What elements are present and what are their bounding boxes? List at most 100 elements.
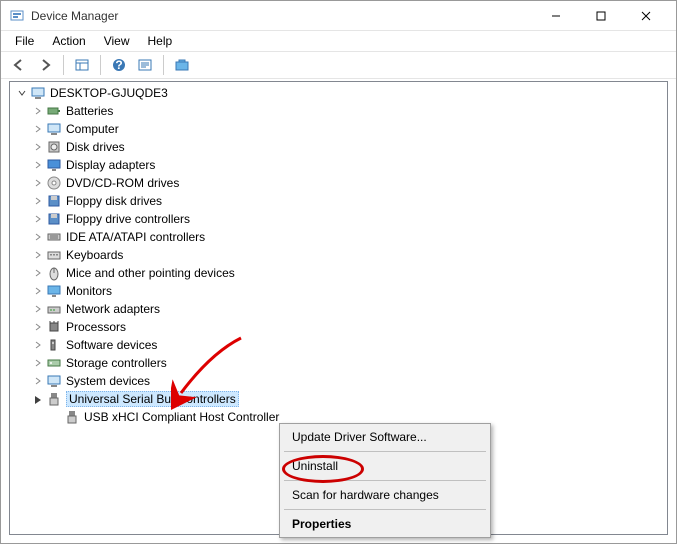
chevron-right-icon[interactable]: [32, 177, 44, 189]
back-button[interactable]: [7, 53, 31, 77]
ctx-scan[interactable]: Scan for hardware changes: [282, 484, 488, 506]
tree-item[interactable]: Floppy drive controllers: [14, 210, 663, 228]
chevron-down-icon[interactable]: [16, 87, 28, 99]
ctx-separator: [284, 480, 486, 481]
software-icon: [46, 337, 62, 353]
keyboard-icon: [46, 247, 62, 263]
ctx-properties[interactable]: Properties: [282, 513, 488, 535]
toolbar-separator: [100, 55, 101, 75]
window-title: Device Manager: [31, 9, 533, 23]
forward-button[interactable]: [33, 53, 57, 77]
tree-item-label: Storage controllers: [66, 356, 167, 370]
titlebar: Device Manager: [1, 1, 676, 31]
chevron-right-icon[interactable]: [32, 357, 44, 369]
svg-text:?: ?: [115, 58, 122, 72]
ctx-uninstall[interactable]: Uninstall: [282, 455, 488, 477]
storage-icon: [46, 355, 62, 371]
tree-item-label: Floppy drive controllers: [66, 212, 190, 226]
help-button[interactable]: ?: [107, 53, 131, 77]
tree-item-label: Batteries: [66, 104, 113, 118]
show-hide-button[interactable]: [70, 53, 94, 77]
tree-item-label: Keyboards: [66, 248, 123, 262]
floppy-icon: [46, 193, 62, 209]
tree-item-label: Processors: [66, 320, 126, 334]
menubar: File Action View Help: [1, 31, 676, 51]
system-icon: [46, 373, 62, 389]
mouse-icon: [46, 265, 62, 281]
tree-item[interactable]: Floppy disk drives: [14, 192, 663, 210]
disk-icon: [46, 139, 62, 155]
chevron-right-icon[interactable]: [32, 321, 44, 333]
tree-item[interactable]: Monitors: [14, 282, 663, 300]
tree-item[interactable]: IDE ATA/ATAPI controllers: [14, 228, 663, 246]
dvd-icon: [46, 175, 62, 191]
tree-item[interactable]: Software devices: [14, 336, 663, 354]
tree-item-label: Mice and other pointing devices: [66, 266, 235, 280]
chevron-right-icon[interactable]: [32, 285, 44, 297]
tree-item[interactable]: Network adapters: [14, 300, 663, 318]
chevron-right-icon[interactable]: [32, 231, 44, 243]
tree-item-label: DVD/CD-ROM drives: [66, 176, 179, 190]
tree-item-label: Floppy disk drives: [66, 194, 162, 208]
chevron-right-icon[interactable]: [32, 339, 44, 351]
tree-item[interactable]: DVD/CD-ROM drives: [14, 174, 663, 192]
chevron-right-icon[interactable]: [32, 267, 44, 279]
minimize-button[interactable]: [533, 1, 578, 30]
device-tree: DESKTOP-GJUQDE3 Batteries Computer Disk dr…: [10, 82, 667, 428]
menu-file[interactable]: File: [7, 32, 42, 50]
tree-root[interactable]: DESKTOP-GJUQDE3: [14, 84, 663, 102]
scan-button[interactable]: [170, 53, 194, 77]
chevron-right-icon[interactable]: [32, 195, 44, 207]
network-icon: [46, 301, 62, 317]
tree-item[interactable]: Display adapters: [14, 156, 663, 174]
menu-help[interactable]: Help: [140, 32, 181, 50]
toolbar-separator: [163, 55, 164, 75]
app-icon: [9, 8, 25, 24]
properties-button[interactable]: [133, 53, 157, 77]
tree-item[interactable]: System devices: [14, 372, 663, 390]
tree-item[interactable]: Keyboards: [14, 246, 663, 264]
monitor-icon: [46, 283, 62, 299]
tree-item[interactable]: Disk drives: [14, 138, 663, 156]
chevron-right-icon[interactable]: [32, 375, 44, 387]
ctx-update-driver[interactable]: Update Driver Software...: [282, 426, 488, 448]
tree-item-label: Monitors: [66, 284, 112, 298]
chevron-right-icon[interactable]: [32, 123, 44, 135]
context-menu: Update Driver Software... Uninstall Scan…: [279, 423, 491, 538]
battery-icon: [46, 103, 62, 119]
ide-icon: [46, 229, 62, 245]
tree-item[interactable]: Batteries: [14, 102, 663, 120]
tree-item-label: IDE ATA/ATAPI controllers: [66, 230, 205, 244]
tree-item-label: Network adapters: [66, 302, 160, 316]
tree-item[interactable]: Universal Serial Bus controllers: [14, 390, 663, 408]
tree-item-label: Display adapters: [66, 158, 155, 172]
tree-item-label: USB xHCI Compliant Host Controller: [84, 410, 279, 424]
chevron-right-icon[interactable]: [32, 393, 44, 405]
chevron-right-icon[interactable]: [32, 159, 44, 171]
tree-item-label: Disk drives: [66, 140, 125, 154]
menu-action[interactable]: Action: [44, 32, 93, 50]
processor-icon: [46, 319, 62, 335]
tree-item-label: Software devices: [66, 338, 157, 352]
chevron-right-icon[interactable]: [32, 105, 44, 117]
ctx-separator: [284, 509, 486, 510]
toolbar: ?: [1, 51, 676, 79]
menu-view[interactable]: View: [96, 32, 138, 50]
tree-item[interactable]: Storage controllers: [14, 354, 663, 372]
computer-icon: [30, 85, 46, 101]
tree-root-label: DESKTOP-GJUQDE3: [50, 86, 168, 100]
tree-item[interactable]: Computer: [14, 120, 663, 138]
ctx-separator: [284, 451, 486, 452]
chevron-right-icon[interactable]: [32, 213, 44, 225]
tree-item-label: Computer: [66, 122, 119, 136]
display-icon: [46, 157, 62, 173]
maximize-button[interactable]: [578, 1, 623, 30]
tree-item-label: Universal Serial Bus controllers: [66, 391, 239, 407]
chevron-right-icon[interactable]: [32, 249, 44, 261]
close-button[interactable]: [623, 1, 668, 30]
chevron-right-icon[interactable]: [32, 303, 44, 315]
usb-icon: [46, 391, 62, 407]
tree-item[interactable]: Mice and other pointing devices: [14, 264, 663, 282]
chevron-right-icon[interactable]: [32, 141, 44, 153]
tree-item[interactable]: Processors: [14, 318, 663, 336]
